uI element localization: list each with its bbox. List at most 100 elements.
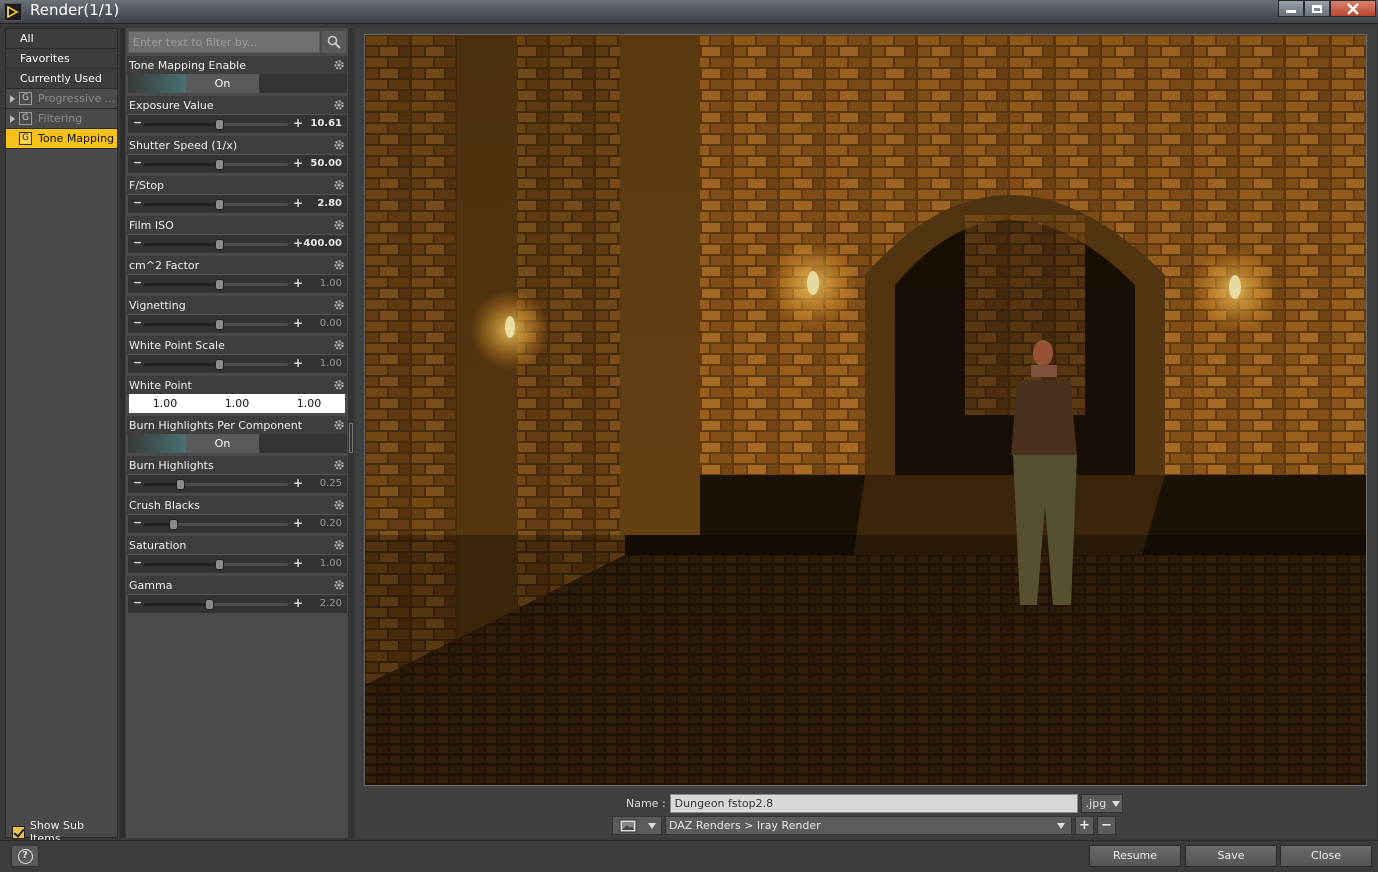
slider-value[interactable]: 10.61 bbox=[310, 118, 342, 129]
save-button[interactable]: Save bbox=[1185, 845, 1277, 867]
slider-track[interactable] bbox=[144, 479, 288, 490]
gear-icon[interactable] bbox=[333, 299, 345, 311]
minimize-button[interactable] bbox=[1278, 0, 1304, 17]
slider-handle[interactable] bbox=[204, 599, 214, 610]
slider-value[interactable]: 400.00 bbox=[303, 238, 342, 249]
shutter-speed-1-x-slider[interactable]: − +50.00 bbox=[128, 154, 347, 173]
saturation-slider[interactable]: − +1.00 bbox=[128, 554, 347, 573]
gear-icon[interactable] bbox=[333, 459, 345, 471]
cm-2-factor-slider[interactable]: − +1.00 bbox=[128, 274, 347, 293]
white-point-field-2[interactable]: 1.00 bbox=[273, 394, 345, 413]
slider-handle[interactable] bbox=[214, 319, 224, 330]
category-item-tone-mapping[interactable]: G Tone Mapping bbox=[6, 129, 117, 149]
white-point-fields[interactable]: 1.00 1.00 1.00 bbox=[129, 394, 345, 413]
slider-track[interactable] bbox=[144, 599, 288, 610]
output-path-select[interactable]: DAZ Renders > Iray Render bbox=[665, 816, 1072, 835]
slider-handle[interactable] bbox=[176, 479, 185, 490]
slider-handle[interactable] bbox=[214, 119, 224, 130]
increment-button[interactable]: + bbox=[293, 196, 303, 210]
white-point-scale-slider[interactable]: − +1.00 bbox=[128, 354, 347, 373]
increment-button[interactable]: + bbox=[293, 516, 303, 530]
gear-icon[interactable] bbox=[333, 499, 345, 511]
burn-highlights-per-component-toggle[interactable]: On bbox=[128, 434, 347, 453]
decrement-button[interactable]: − bbox=[133, 356, 142, 369]
slider-handle[interactable] bbox=[168, 519, 178, 530]
gamma-slider[interactable]: − +2.20 bbox=[128, 594, 347, 613]
gear-icon[interactable] bbox=[333, 419, 345, 431]
file-extension-select[interactable]: .jpg bbox=[1080, 794, 1123, 813]
slider-handle[interactable] bbox=[214, 279, 224, 290]
gear-icon[interactable] bbox=[333, 579, 345, 591]
decrement-button[interactable]: − bbox=[133, 116, 142, 129]
expand-arrow-icon[interactable] bbox=[10, 114, 15, 123]
decrement-button[interactable]: − bbox=[133, 196, 142, 209]
slider-value[interactable]: 0.00 bbox=[320, 318, 342, 329]
increment-button[interactable]: + bbox=[293, 556, 303, 570]
crush-blacks-slider[interactable]: − +0.20 bbox=[128, 514, 347, 533]
splitter-grip[interactable] bbox=[349, 423, 353, 453]
slider-track[interactable] bbox=[144, 159, 288, 170]
gear-icon[interactable] bbox=[333, 219, 345, 231]
slider-value[interactable]: 2.20 bbox=[320, 598, 342, 609]
maximize-button[interactable] bbox=[1304, 0, 1330, 17]
slider-track[interactable] bbox=[144, 319, 288, 330]
decrement-button[interactable]: − bbox=[133, 476, 142, 489]
slider-handle[interactable] bbox=[214, 359, 224, 370]
slider-handle[interactable] bbox=[214, 559, 224, 570]
increment-button[interactable]: + bbox=[293, 116, 303, 130]
filter-input[interactable] bbox=[128, 31, 320, 53]
toggle-state[interactable]: On bbox=[186, 434, 259, 453]
slider-track[interactable] bbox=[144, 559, 288, 570]
panel-splitter-2[interactable] bbox=[348, 28, 354, 838]
gear-icon[interactable] bbox=[333, 99, 345, 111]
category-item-currently-used[interactable]: Currently Used bbox=[6, 69, 117, 89]
image-menu-button[interactable] bbox=[612, 816, 662, 835]
white-point-field-0[interactable]: 1.00 bbox=[129, 394, 201, 413]
decrement-button[interactable]: − bbox=[133, 156, 142, 169]
slider-value[interactable]: 0.20 bbox=[320, 518, 342, 529]
slider-value[interactable]: 1.00 bbox=[320, 558, 342, 569]
gear-icon[interactable] bbox=[333, 339, 345, 351]
output-name-input[interactable] bbox=[669, 794, 1078, 813]
category-item-filtering[interactable]: G Filtering bbox=[6, 109, 117, 129]
help-button[interactable]: ? bbox=[11, 845, 39, 867]
category-item-all[interactable]: All bbox=[6, 29, 117, 49]
gear-icon[interactable] bbox=[333, 139, 345, 151]
increment-button[interactable]: + bbox=[293, 236, 303, 250]
gear-icon[interactable] bbox=[333, 539, 345, 551]
increment-button[interactable]: + bbox=[293, 596, 303, 610]
slider-track[interactable] bbox=[144, 199, 288, 210]
expand-arrow-icon[interactable] bbox=[10, 135, 15, 143]
resume-button[interactable]: Resume bbox=[1089, 845, 1181, 867]
add-path-button[interactable]: + bbox=[1075, 816, 1094, 835]
slider-track[interactable] bbox=[144, 359, 288, 370]
gear-icon[interactable] bbox=[333, 379, 345, 391]
slider-track[interactable] bbox=[144, 239, 288, 250]
decrement-button[interactable]: − bbox=[133, 276, 142, 289]
increment-button[interactable]: + bbox=[293, 156, 303, 170]
slider-handle[interactable] bbox=[214, 239, 224, 250]
decrement-button[interactable]: − bbox=[133, 556, 142, 569]
f-stop-slider[interactable]: − +2.80 bbox=[128, 194, 347, 213]
slider-value[interactable]: 1.00 bbox=[320, 278, 342, 289]
decrement-button[interactable]: − bbox=[133, 236, 142, 249]
film-iso-slider[interactable]: − +400.00 bbox=[128, 234, 347, 253]
vignetting-slider[interactable]: − +0.00 bbox=[128, 314, 347, 333]
slider-track[interactable] bbox=[144, 279, 288, 290]
search-button[interactable] bbox=[322, 31, 346, 53]
slider-track[interactable] bbox=[144, 119, 288, 130]
increment-button[interactable]: + bbox=[293, 356, 303, 370]
burn-highlights-slider[interactable]: − +0.25 bbox=[128, 474, 347, 493]
show-sub-items-checkbox[interactable] bbox=[12, 825, 25, 839]
increment-button[interactable]: + bbox=[293, 316, 303, 330]
exposure-value-slider[interactable]: − +10.61 bbox=[128, 114, 347, 133]
panel-splitter[interactable] bbox=[120, 28, 125, 838]
slider-value[interactable]: 1.00 bbox=[320, 358, 342, 369]
slider-value[interactable]: 2.80 bbox=[317, 198, 342, 209]
decrement-button[interactable]: − bbox=[133, 316, 142, 329]
increment-button[interactable]: + bbox=[293, 276, 303, 290]
decrement-button[interactable]: − bbox=[133, 516, 142, 529]
slider-value[interactable]: 0.25 bbox=[320, 478, 342, 489]
increment-button[interactable]: + bbox=[293, 476, 303, 490]
slider-track[interactable] bbox=[144, 519, 288, 530]
